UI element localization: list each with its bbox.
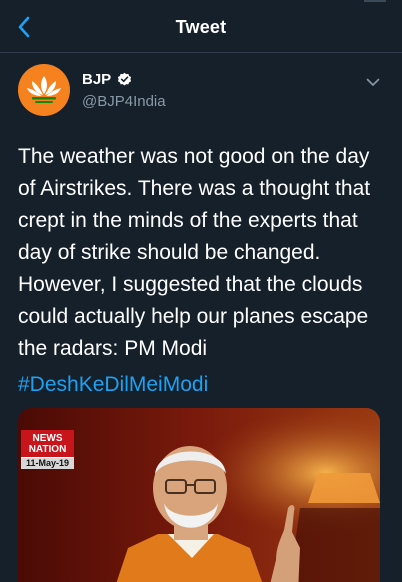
author-handle[interactable]: @BJP4India [82, 93, 166, 110]
verified-badge-icon [118, 72, 132, 86]
tweet-screen: Tweet BJP @BJP4India The weather was not… [0, 0, 402, 582]
avatar[interactable] [18, 64, 70, 116]
hashtag-link[interactable]: #DeshKeDilMeiModi [18, 369, 208, 401]
top-bar: Tweet [0, 0, 402, 53]
tweet-author: BJP @BJP4India [18, 64, 384, 118]
page-title: Tweet [175, 17, 227, 37]
author-display-name[interactable]: BJP [82, 71, 111, 88]
chevron-down-icon [366, 78, 380, 86]
news-logo-date: 11-May-19 [21, 457, 74, 469]
news-logo-line2: NATION [28, 444, 67, 455]
news-logo-text: NEWS NATION [21, 430, 74, 457]
news-channel-logo: NEWS NATION 11-May-19 [21, 430, 74, 469]
name-row: BJP [82, 71, 132, 88]
tweet-media-image[interactable]: NEWS NATION 11-May-19 [18, 408, 380, 582]
tweet-text: The weather was not good on the day of A… [18, 145, 371, 360]
tweet-options-button[interactable] [362, 72, 384, 92]
lotus-logo-icon [27, 76, 61, 103]
news-logo-line1: NEWS [32, 433, 63, 444]
